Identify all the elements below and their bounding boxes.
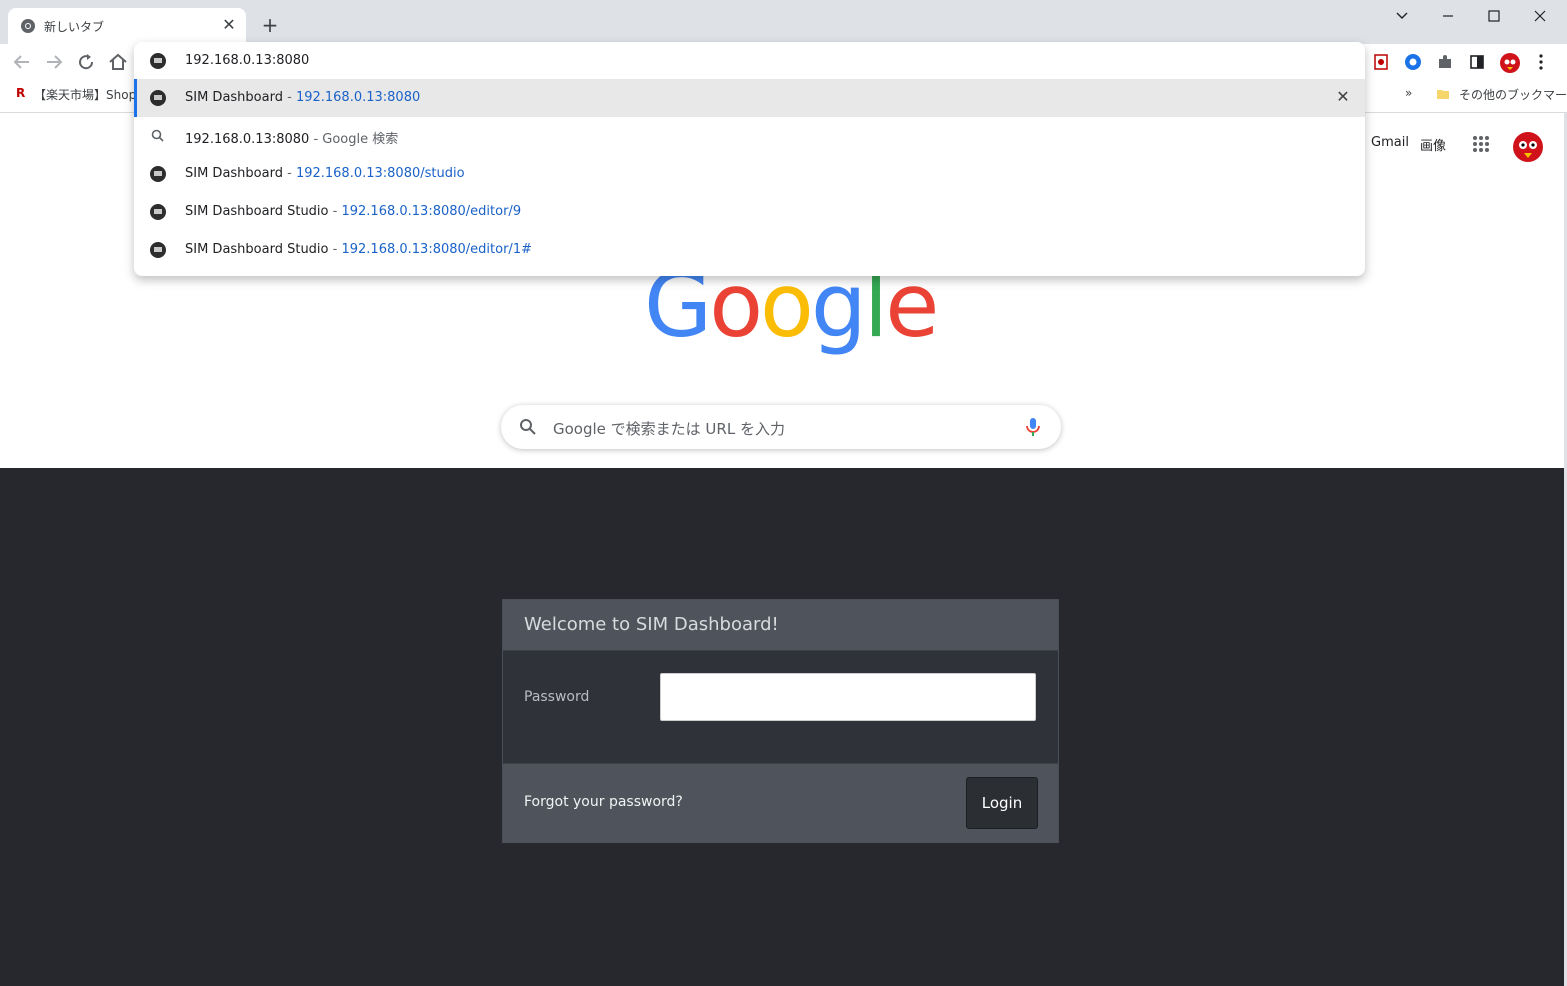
suggestion-url-path: /editor/9 [465, 204, 522, 219]
tab-search-icon[interactable] [1382, 4, 1422, 28]
omnibox-input[interactable]: 192.168.0.13:8080 [134, 42, 1365, 79]
microphone-icon[interactable] [1025, 417, 1041, 437]
forward-icon[interactable] [42, 50, 66, 74]
profile-avatar-icon[interactable] [1498, 50, 1522, 74]
suggestion-title: 192.168.0.13:8080 [185, 132, 310, 147]
reload-icon[interactable] [74, 50, 98, 74]
chrome-icon [21, 19, 35, 33]
extensions-puzzle-icon[interactable] [1435, 52, 1455, 72]
password-field[interactable] [660, 673, 1036, 721]
side-panel-icon[interactable] [1467, 52, 1487, 72]
site-favicon-icon [150, 53, 166, 69]
browser-tab[interactable]: 新しいタブ ✕ [8, 8, 246, 44]
search-icon [520, 419, 536, 435]
rakuten-favicon-icon: R [16, 86, 26, 100]
other-bookmarks[interactable]: その他のブックマーク [1459, 86, 1567, 103]
suggestion-title: SIM Dashboard [185, 166, 283, 181]
suggestion-url: 192.168.0.13:8080 [295, 166, 421, 181]
google-search-box[interactable]: Google で検索または URL を入力 [501, 405, 1061, 449]
suggestion-separator: - [309, 132, 323, 147]
login-card-header: Welcome to SIM Dashboard! [503, 600, 1058, 650]
maximize-icon[interactable] [1474, 4, 1514, 28]
pdf-extension-icon[interactable] [1371, 52, 1391, 72]
login-card-footer: Forgot your password? Login [503, 763, 1058, 843]
suggestion-separator: - [282, 90, 296, 105]
gmail-link[interactable]: Gmail [1371, 135, 1409, 150]
search-placeholder: Google で検索または URL を入力 [553, 420, 785, 438]
password-label: Password [524, 689, 590, 705]
suggestion-suffix: Google 検索 [322, 132, 399, 147]
suggestion-title: SIM Dashboard Studio [185, 242, 329, 257]
omnibox-suggestion[interactable]: 192.168.0.13:8080 - Google 検索 [134, 117, 1365, 155]
site-favicon-icon [150, 204, 166, 220]
back-icon[interactable] [10, 50, 34, 74]
extension-blue-icon[interactable] [1403, 52, 1423, 72]
suggestion-separator: - [282, 166, 296, 181]
site-favicon-icon [150, 90, 166, 106]
suggestion-url: 192.168.0.13:8080 [341, 204, 466, 219]
suggestion-title: SIM Dashboard Studio [185, 204, 329, 219]
close-window-icon[interactable] [1520, 4, 1560, 28]
account-avatar-icon[interactable] [1510, 127, 1546, 163]
folder-icon [1437, 90, 1449, 99]
menu-kebab-icon[interactable] [1531, 52, 1551, 72]
suggestion-url: 192.168.0.13:8080 [295, 90, 421, 105]
suggestion-url-path: /studio [420, 166, 465, 181]
tab-title: 新しいタブ [44, 20, 105, 34]
omnibox-suggestion[interactable]: SIM Dashboard Studio - 192.168.0.13:8080… [134, 231, 1365, 269]
login-button[interactable]: Login [966, 777, 1038, 829]
omnibox-suggestion[interactable]: SIM Dashboard Studio - 192.168.0.13:8080… [134, 193, 1365, 231]
login-card: Welcome to SIM Dashboard! Password Forgo… [502, 599, 1059, 843]
images-link[interactable]: 画像 [1420, 135, 1446, 154]
suggestion-separator: - [328, 242, 342, 257]
site-favicon-icon [150, 242, 166, 258]
login-title: Welcome to SIM Dashboard! [524, 614, 779, 635]
bookmark-item[interactable]: 【楽天市場】Shoppi [34, 86, 147, 103]
suggestion-url-path: /editor/1# [465, 242, 532, 257]
google-apps-icon[interactable] [1471, 134, 1491, 154]
omnibox-dropdown: 192.168.0.13:8080 SIM Dashboard - 192.16… [134, 42, 1365, 276]
remove-suggestion-icon[interactable]: ✕ [1333, 87, 1353, 107]
site-favicon-icon [150, 166, 166, 182]
minimize-icon[interactable] [1428, 4, 1468, 28]
suggestion-url: 192.168.0.13:8080 [341, 242, 466, 257]
bookmarks-overflow-icon[interactable]: » [1405, 86, 1412, 100]
suggestion-separator: - [328, 204, 342, 219]
home-icon[interactable] [106, 50, 130, 74]
omnibox-suggestion[interactable]: SIM Dashboard - 192.168.0.13:8080 ✕ [134, 79, 1365, 117]
suggestion-title: SIM Dashboard [185, 90, 283, 105]
omnibox-text: 192.168.0.13:8080 [185, 53, 310, 68]
login-card-body: Password [503, 650, 1058, 763]
forgot-password-link[interactable]: Forgot your password? [524, 794, 683, 810]
browser-titlebar: 新しいタブ ✕ + [0, 0, 1567, 44]
new-tab-button[interactable]: + [258, 13, 282, 37]
search-icon [151, 129, 164, 142]
omnibox-suggestion[interactable]: SIM Dashboard - 192.168.0.13:8080/studio [134, 155, 1365, 193]
tab-close-icon[interactable]: ✕ [220, 16, 238, 34]
